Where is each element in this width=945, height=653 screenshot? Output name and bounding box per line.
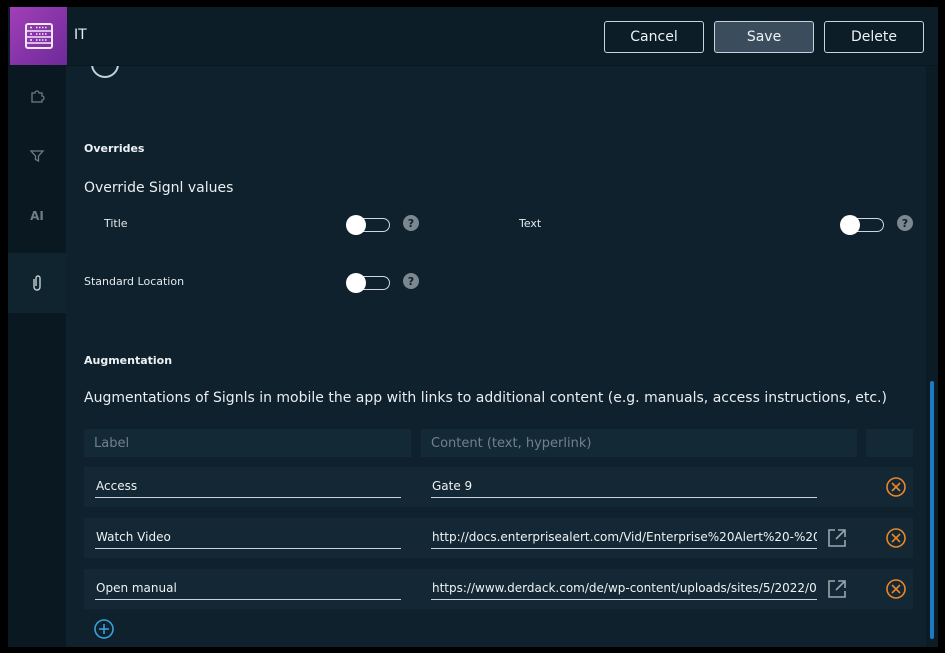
sidebar: AI — [8, 66, 66, 647]
title-help-icon[interactable]: ? — [403, 215, 419, 231]
puzzle-icon — [31, 90, 45, 103]
location-toggle-label: Standard Location — [84, 275, 185, 288]
sidebar-item-filter[interactable] — [8, 126, 66, 186]
save-button[interactable]: Save — [714, 21, 814, 53]
location-help-icon[interactable]: ? — [403, 273, 419, 289]
sidebar-item-integrations[interactable] — [8, 66, 66, 126]
title-toggle-label: Title — [104, 217, 128, 230]
column-header-label: Label — [84, 429, 411, 457]
ai-icon: AI — [30, 209, 44, 223]
sidebar-item-ai[interactable]: AI — [8, 186, 66, 246]
open-link-icon[interactable] — [826, 578, 848, 600]
column-header-actions — [866, 429, 913, 457]
text-override-toggle[interactable] — [840, 215, 886, 235]
main-content: Overrides Override Signl values Title ? … — [66, 66, 926, 647]
server-rack-icon — [10, 7, 67, 65]
scrollbar-thumb[interactable] — [930, 381, 934, 639]
column-header-content: Content (text, hyperlink) — [421, 429, 857, 457]
sidebar-item-attachments[interactable] — [8, 253, 66, 313]
open-link-icon[interactable] — [826, 527, 848, 549]
row-label-input[interactable]: Watch Video — [95, 526, 401, 549]
text-toggle-label: Text — [519, 217, 542, 230]
overrides-description: Override Signl values — [84, 180, 234, 196]
edit-window: IT Cancel Save Delete AI Overrides Overr… — [8, 7, 938, 647]
row-content-input[interactable]: Gate 9 — [431, 475, 817, 498]
augmentation-description: Augmentations of Signls in mobile the ap… — [84, 390, 887, 406]
add-circle-icon[interactable] — [91, 66, 119, 78]
table-row: Open manual https://www.derdack.com/de/w… — [84, 569, 913, 609]
row-content-input[interactable]: http://docs.enterprisealert.com/Vid/Ente… — [431, 526, 817, 549]
table-row: Watch Video http://docs.enterprisealert.… — [84, 518, 913, 558]
paperclip-icon — [33, 275, 41, 291]
row-content-input[interactable]: https://www.derdack.com/de/wp-content/up… — [431, 577, 817, 600]
filter-icon — [29, 150, 45, 163]
header-bar: IT Cancel Save Delete — [8, 7, 938, 66]
table-row: Access Gate 9 — [84, 467, 913, 507]
delete-button[interactable]: Delete — [824, 21, 924, 53]
row-label-input[interactable]: Access — [95, 475, 401, 498]
add-row-icon[interactable] — [93, 618, 115, 640]
row-label-input[interactable]: Open manual — [95, 577, 401, 600]
remove-row-icon[interactable] — [885, 476, 907, 498]
remove-row-icon[interactable] — [885, 578, 907, 600]
cancel-button[interactable]: Cancel — [604, 21, 704, 53]
title-override-toggle[interactable] — [346, 215, 392, 235]
remove-row-icon[interactable] — [885, 527, 907, 549]
page-title: IT — [74, 27, 87, 43]
overrides-heading: Overrides — [84, 142, 145, 155]
augmentation-heading: Augmentation — [84, 354, 173, 367]
text-help-icon[interactable]: ? — [897, 215, 913, 231]
location-override-toggle[interactable] — [346, 273, 392, 293]
